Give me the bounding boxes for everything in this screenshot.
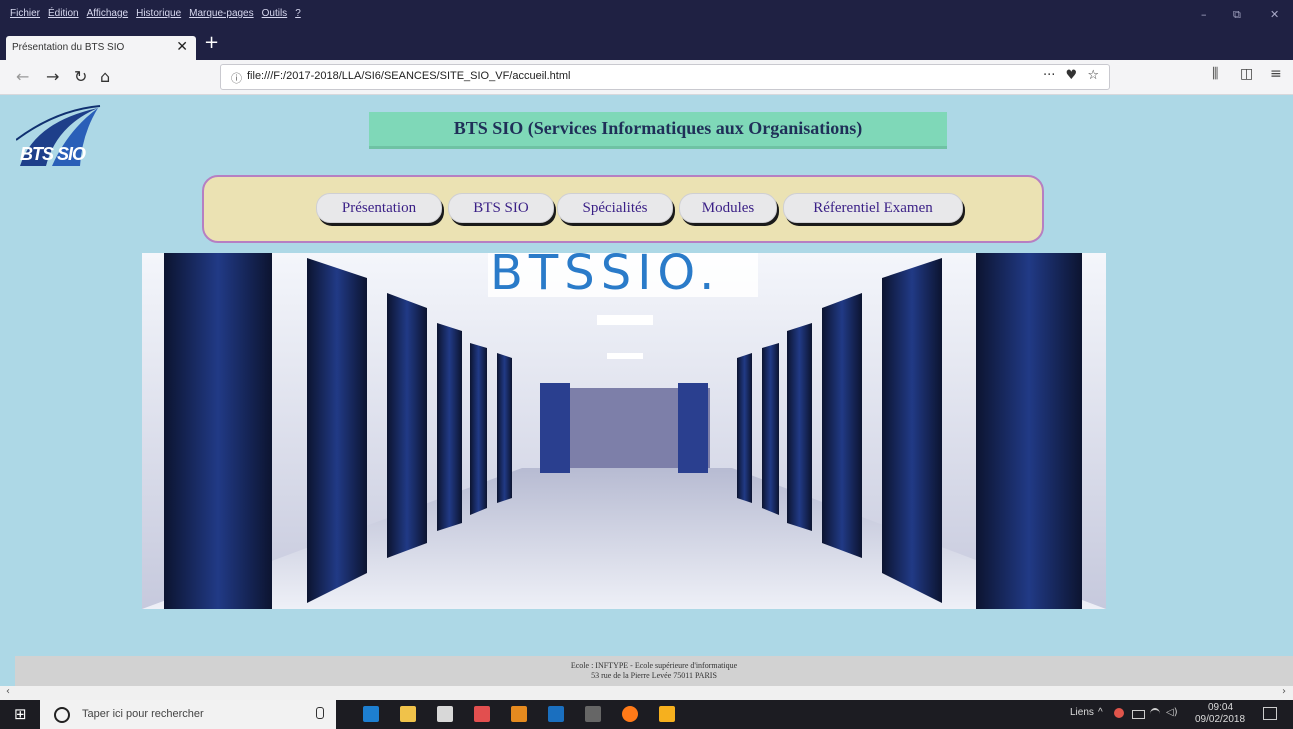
url-bar[interactable]: ⓘ file:///F:/2017-2018/LLA/SI6/SEANCES/S… xyxy=(220,64,1110,90)
tab-title: Présentation du BTS SIO xyxy=(12,42,125,53)
taskbar-search-box[interactable]: Taper ici pour rechercher xyxy=(40,700,336,729)
menu-fichier[interactable]: Fichier xyxy=(10,8,40,19)
windows-start-icon[interactable]: ⊞ xyxy=(14,705,27,723)
close-window-icon[interactable]: ✕ xyxy=(1270,8,1279,21)
office-icon[interactable] xyxy=(511,706,527,722)
footer-address: 53 rue de la Pierre Levée 75011 PARIS xyxy=(591,671,717,680)
home-icon[interactable]: ⌂ xyxy=(100,67,110,86)
scroll-right-icon[interactable]: › xyxy=(1282,686,1286,697)
bts-sio-logo: BTS SIO xyxy=(15,100,102,170)
hero-banner-text: BTSSIO. xyxy=(490,253,721,301)
nav-modules-button[interactable]: Modules xyxy=(679,193,777,223)
page-footer: Ecole : INFTYPE - Ecole supérieure d'inf… xyxy=(15,656,1293,686)
menu-historique[interactable]: Historique xyxy=(136,8,181,19)
tray-links[interactable]: Liens xyxy=(1070,707,1094,718)
nav-referentiel-examen-button[interactable]: Réferentiel Examen xyxy=(783,193,963,223)
page-actions-icon[interactable]: ··· xyxy=(1043,68,1055,83)
microphone-icon[interactable] xyxy=(316,707,324,719)
scroll-left-icon[interactable]: ‹ xyxy=(6,686,10,697)
horizontal-scrollbar[interactable]: ‹ › xyxy=(0,686,1293,700)
battery-icon[interactable] xyxy=(1132,710,1145,719)
menu-affichage[interactable]: Affichage xyxy=(87,8,129,19)
firefox-icon[interactable] xyxy=(622,706,638,722)
page-title-box: BTS SIO (Services Informatiques aux Orga… xyxy=(369,112,947,149)
tray-chevron-icon[interactable]: ^ xyxy=(1098,707,1103,718)
url-text[interactable]: file:///F:/2017-2018/LLA/SI6/SEANCES/SIT… xyxy=(247,70,570,82)
page-title: BTS SIO (Services Informatiques aux Orga… xyxy=(453,118,863,138)
tab-close-icon[interactable]: ✕ xyxy=(176,39,188,55)
restore-icon[interactable]: ⧉ xyxy=(1233,8,1241,22)
new-tab-icon[interactable]: + xyxy=(204,32,219,53)
menu-outils[interactable]: Outils xyxy=(262,8,288,19)
app-icon[interactable] xyxy=(585,706,601,722)
wifi-icon[interactable] xyxy=(1150,708,1160,720)
volume-icon[interactable]: ◁) xyxy=(1166,707,1178,718)
firefox-menu-bar: Fichier Édition Affichage Historique Mar… xyxy=(0,0,1293,30)
clock-date[interactable]: 09/02/2018 xyxy=(1195,714,1245,725)
sublime-text-icon[interactable] xyxy=(659,706,675,722)
outlook-icon[interactable] xyxy=(548,706,564,722)
file-explorer-icon[interactable] xyxy=(400,706,416,722)
menu-edition[interactable]: Édition xyxy=(48,8,79,19)
gift-app-icon[interactable] xyxy=(474,706,490,722)
url-actions: ··· ♥ ☆ xyxy=(1043,68,1099,83)
taskbar-search-placeholder: Taper ici pour rechercher xyxy=(82,708,204,720)
menu-hamburger-icon[interactable]: ≡ xyxy=(1270,66,1282,82)
store-icon[interactable] xyxy=(437,706,453,722)
minimize-icon[interactable]: – xyxy=(1201,8,1207,21)
logo-text: BTS SIO xyxy=(20,144,86,164)
pocket-icon[interactable]: ♥ xyxy=(1066,68,1078,83)
network-icon[interactable] xyxy=(1114,708,1124,718)
cortana-icon xyxy=(54,707,70,723)
nav-bts-sio-button[interactable]: BTS SIO xyxy=(448,193,554,223)
menu-marque-pages[interactable]: Marque-pages xyxy=(189,8,253,19)
library-icon[interactable]: ⫼ xyxy=(1212,66,1218,82)
tab-presentation[interactable]: Présentation du BTS SIO ✕ xyxy=(6,36,196,62)
sidebar-icon[interactable]: ◫ xyxy=(1240,66,1253,82)
footer-school: Ecole : INFTYPE - Ecole supérieure d'inf… xyxy=(570,661,738,670)
nav-specialites-button[interactable]: Spécialités xyxy=(557,193,673,223)
bookmark-star-icon[interactable]: ☆ xyxy=(1087,68,1099,83)
datacenter-illustration xyxy=(142,253,1106,609)
nav-presentation-button[interactable]: Présentation xyxy=(316,193,442,223)
site-info-icon[interactable]: ⓘ xyxy=(231,70,242,86)
hero-datacenter-image: BTSSIO. xyxy=(142,253,1106,609)
forward-icon[interactable]: → xyxy=(46,67,59,86)
edge-icon[interactable] xyxy=(363,706,379,722)
reload-icon[interactable]: ↻ xyxy=(74,67,87,86)
menu-aide[interactable]: ? xyxy=(295,8,301,19)
menu-items: Fichier Édition Affichage Historique Mar… xyxy=(10,8,301,19)
clock-time[interactable]: 09:04 xyxy=(1208,702,1233,713)
back-icon[interactable]: ← xyxy=(16,67,29,86)
notification-icon[interactable] xyxy=(1263,707,1277,720)
